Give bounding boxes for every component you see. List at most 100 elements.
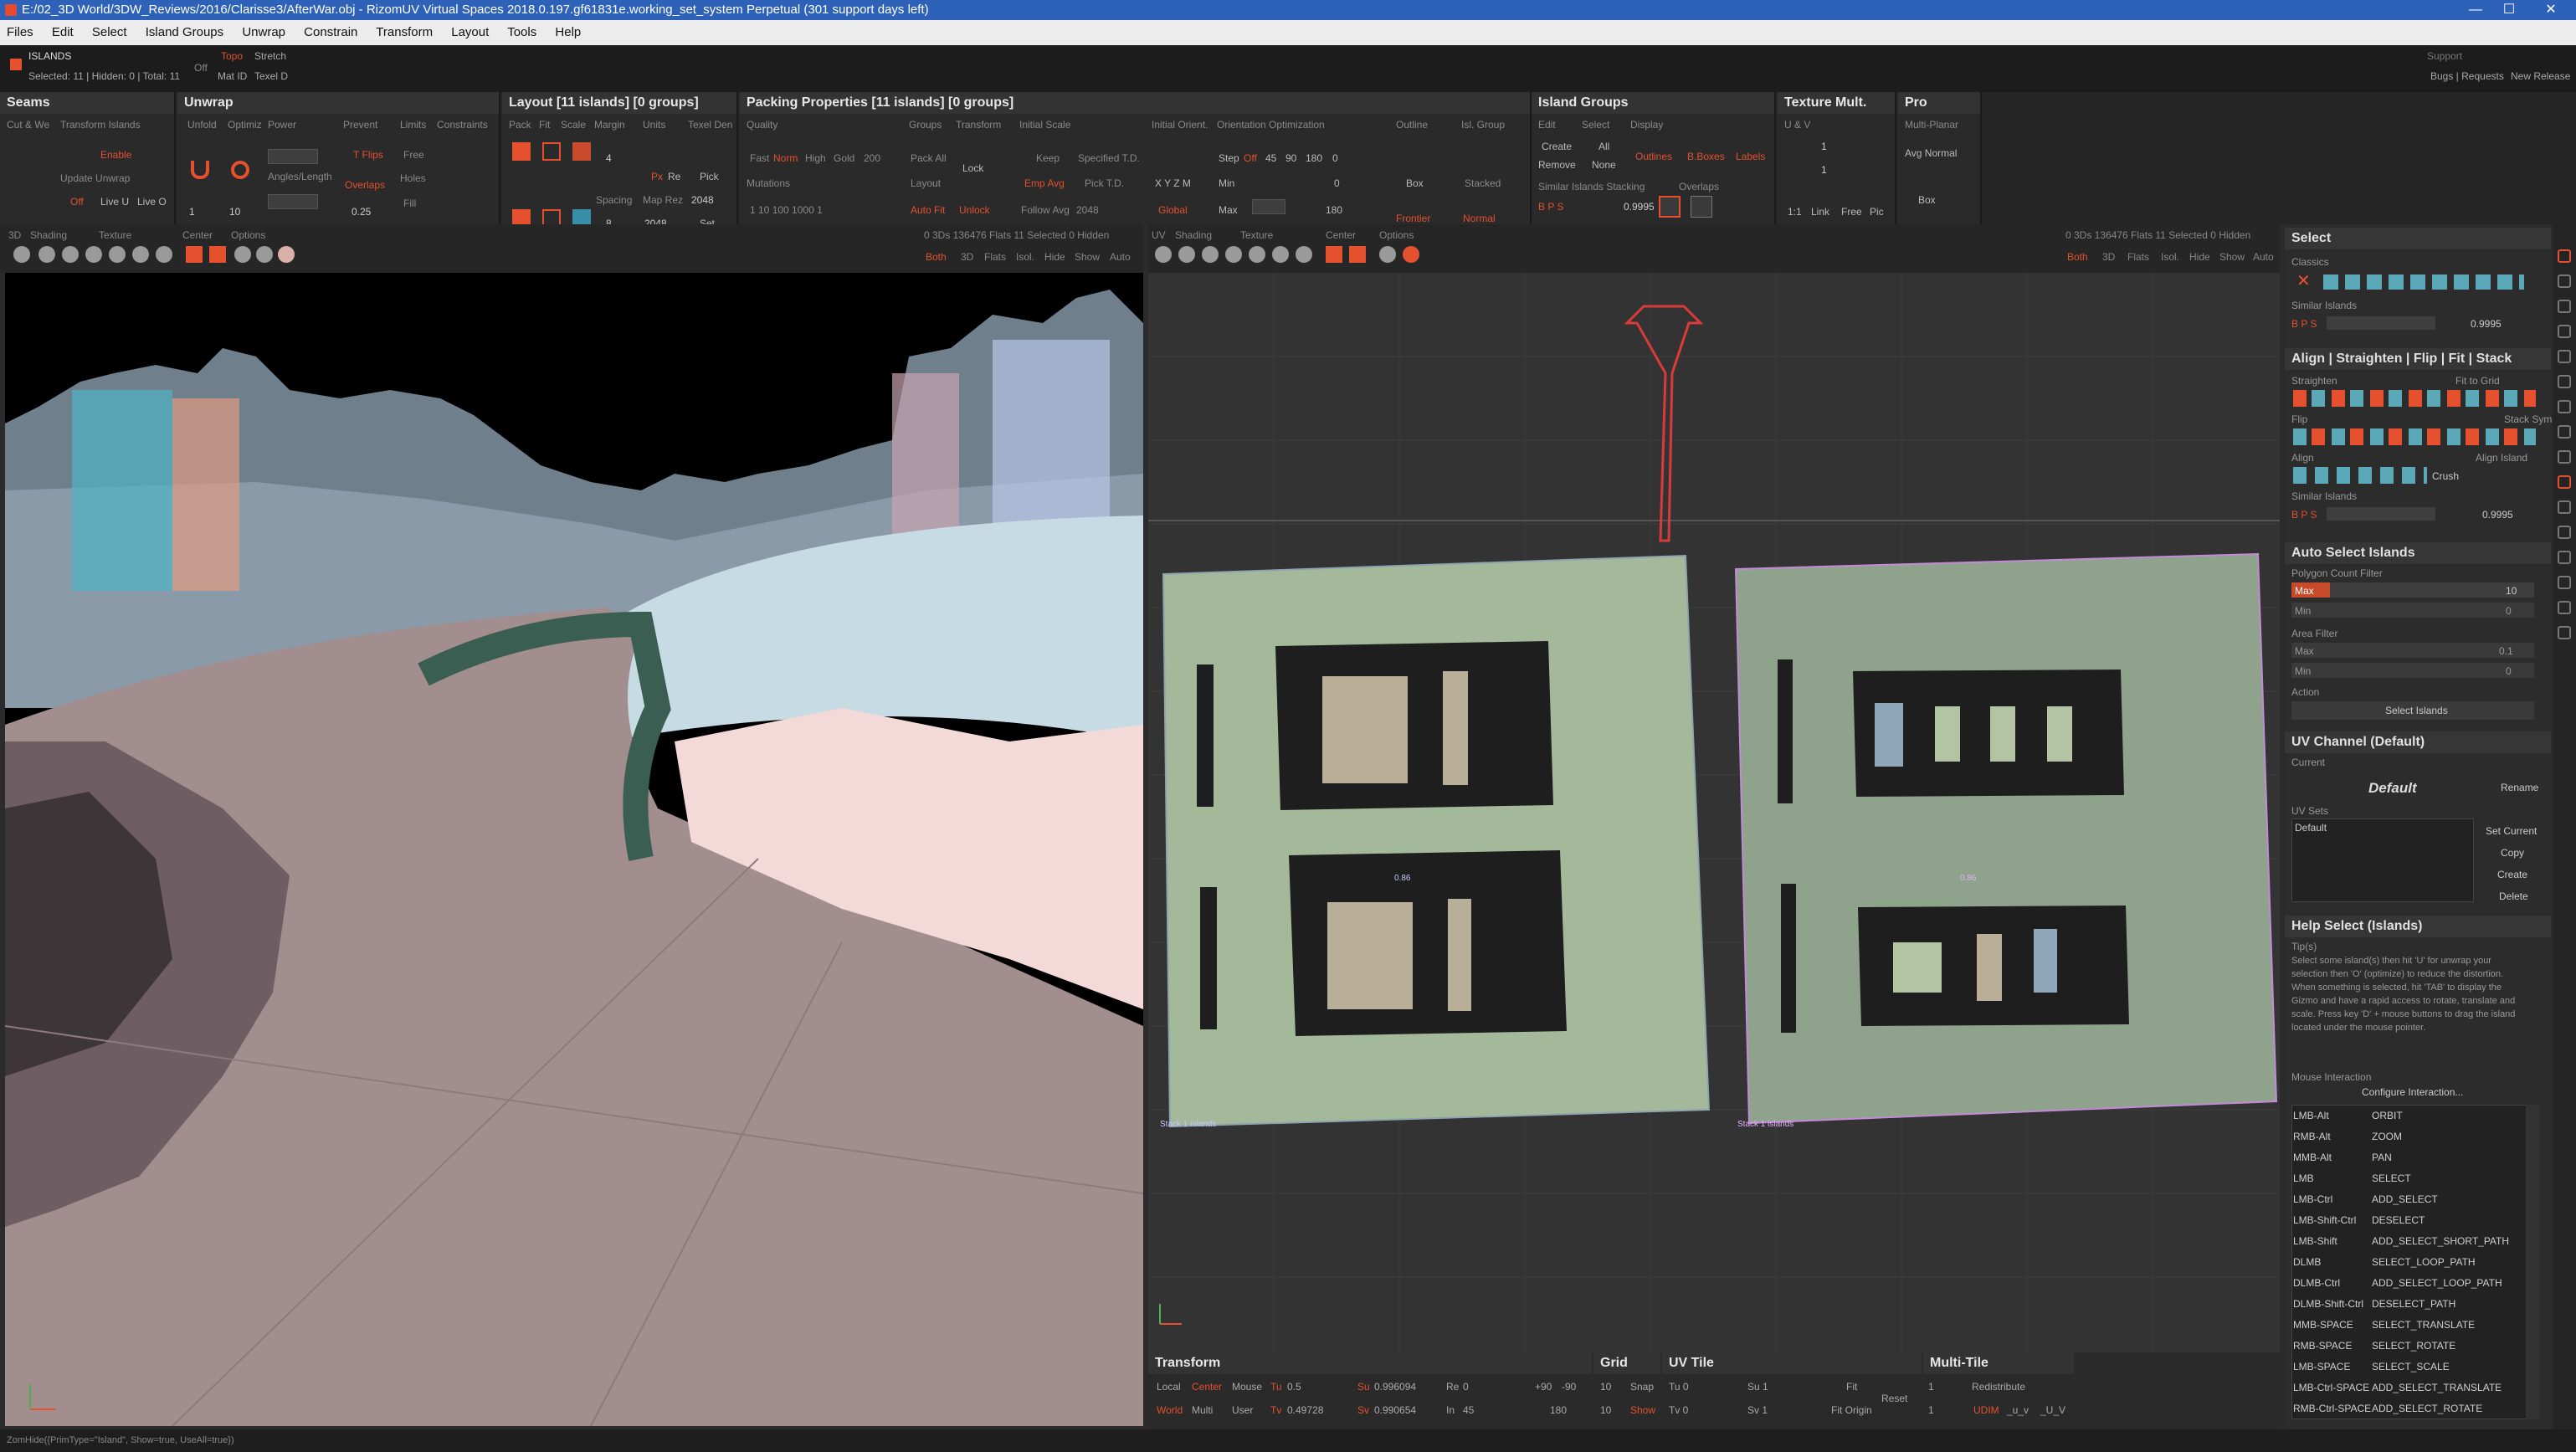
select-bps[interactable]: B P S xyxy=(2291,318,2317,330)
menu-files[interactable]: Files xyxy=(7,25,33,39)
uv-off-icon[interactable] xyxy=(1296,246,1312,263)
uv-both-button[interactable]: Both xyxy=(2067,251,2088,263)
uv-shading-wire-icon[interactable] xyxy=(1202,246,1219,263)
multi-tile-v2[interactable]: 1 xyxy=(1928,1404,1934,1416)
unfold-icon[interactable] xyxy=(191,161,209,179)
enable-button[interactable]: Enable xyxy=(100,149,131,161)
area-min-slider[interactable] xyxy=(2291,663,2534,678)
normal-button[interactable]: Normal xyxy=(1463,213,1496,224)
multi-tile-v1[interactable]: 1 xyxy=(1928,1381,1934,1393)
user-button[interactable]: User xyxy=(1232,1404,1253,1416)
multi-button[interactable]: Multi xyxy=(1192,1404,1213,1416)
uv-set-item[interactable]: Default xyxy=(2295,822,2327,834)
in-value[interactable]: 45 xyxy=(1463,1404,1474,1416)
poly-max-value[interactable]: 10 xyxy=(2506,585,2517,597)
scale-icon[interactable] xyxy=(572,142,591,161)
mode-icon[interactable] xyxy=(10,59,22,70)
view-tool-icon[interactable] xyxy=(2558,626,2571,639)
snap-tool-icon[interactable] xyxy=(2558,601,2571,614)
tile-tv[interactable]: Tv 0 xyxy=(1669,1404,1688,1416)
keep-button[interactable]: Keep xyxy=(1036,152,1060,164)
overlaps-button[interactable]: Overlaps xyxy=(345,179,385,191)
script-tool-icon[interactable] xyxy=(2558,526,2571,539)
viewport-uv[interactable]: Stack 1 islands Stack 1 islands 0.86 0.8… xyxy=(1148,273,2280,1352)
global-button[interactable]: Global xyxy=(1158,204,1188,216)
quality-norm[interactable]: Norm xyxy=(773,152,798,164)
stretch-toggle[interactable]: Stretch xyxy=(254,50,286,62)
quality-high[interactable]: High xyxy=(805,152,826,164)
poly-min-value[interactable]: 0 xyxy=(2506,605,2512,617)
menu-unwrap[interactable]: Unwrap xyxy=(242,25,285,39)
bboxes-button[interactable]: B.Boxes xyxy=(1687,151,1725,162)
area-max-slider[interactable] xyxy=(2291,643,2534,658)
create-button[interactable]: Create xyxy=(1542,141,1572,152)
stack-similar-icon[interactable] xyxy=(1659,196,1681,218)
local-button[interactable]: Local xyxy=(1157,1381,1181,1393)
pick-td-button[interactable]: Pick T.D. xyxy=(1085,177,1124,189)
area-max-value[interactable]: 0.1 xyxy=(2499,645,2513,657)
uv-auto-button[interactable]: Auto xyxy=(2253,251,2274,263)
flip-tools-icons[interactable] xyxy=(2293,428,2536,445)
overlap-icon[interactable] xyxy=(1691,196,1712,218)
poly-min-slider[interactable] xyxy=(2291,603,2534,618)
align-tool-icon[interactable] xyxy=(2558,274,2571,288)
align-tools-icons[interactable] xyxy=(2293,467,2427,484)
re-button[interactable]: Re xyxy=(668,171,680,182)
menu-tools[interactable]: Tools xyxy=(507,25,536,39)
set-current-button[interactable]: Set Current xyxy=(2486,825,2537,837)
off-button[interactable]: Off xyxy=(70,196,84,208)
world-button[interactable]: World xyxy=(1157,1404,1183,1416)
align-similar-slider[interactable] xyxy=(2327,507,2435,521)
uv-3d-button[interactable]: 3D xyxy=(2102,251,2115,263)
magnet-tool-icon[interactable] xyxy=(2558,475,2571,489)
max-value[interactable]: 180 xyxy=(1326,204,1342,216)
su-value[interactable]: 0.996094 xyxy=(1374,1381,1416,1393)
align-bps[interactable]: B P S xyxy=(2291,509,2317,521)
hide-button[interactable]: Hide xyxy=(1044,251,1065,263)
selection-tools-icons[interactable] xyxy=(2323,274,2524,290)
shading-smooth-icon[interactable] xyxy=(85,246,102,263)
auto-fit-button[interactable]: Auto Fit xyxy=(911,204,945,216)
rotate-180-button[interactable]: 180 xyxy=(1550,1404,1567,1416)
redistribute-button[interactable]: Redistribute xyxy=(1972,1381,2025,1393)
margin-value[interactable]: 4 xyxy=(606,152,612,164)
specified-td-button[interactable]: Specified T.D. xyxy=(1078,152,1140,164)
tile-fit-button[interactable]: Fit xyxy=(1846,1381,1857,1393)
texture-grid-icon[interactable] xyxy=(132,246,149,263)
shading-flat-icon[interactable] xyxy=(38,246,55,263)
uv-checker-icon[interactable] xyxy=(1249,246,1265,263)
stacked-button[interactable]: Stacked xyxy=(1465,177,1501,189)
3d-button[interactable]: 3D xyxy=(961,251,973,263)
max-slider[interactable] xyxy=(1252,199,1285,214)
center-button[interactable]: Center xyxy=(1192,1381,1222,1393)
menu-help[interactable]: Help xyxy=(555,25,581,39)
close-button[interactable]: ✕ xyxy=(2526,0,2576,20)
sv-value[interactable]: 0.990654 xyxy=(1374,1404,1416,1416)
labels-button[interactable]: Labels xyxy=(1736,151,1765,162)
crush-button[interactable]: Crush xyxy=(2432,470,2459,482)
overlap-value[interactable]: 0.25 xyxy=(352,206,371,218)
angles-slider[interactable] xyxy=(268,194,318,209)
menu-edit[interactable]: Edit xyxy=(52,25,74,39)
viewport-3d[interactable] xyxy=(5,273,1143,1426)
help-tool-icon[interactable] xyxy=(2558,350,2571,363)
settings-tool-icon[interactable] xyxy=(2558,500,2571,514)
grid-value-1[interactable]: 10 xyxy=(1600,1381,1611,1393)
uv-color-icon[interactable] xyxy=(1403,246,1419,263)
optimize-icon[interactable] xyxy=(231,161,249,179)
rename-button[interactable]: Rename xyxy=(2501,782,2538,793)
step-off[interactable]: Off xyxy=(1244,152,1257,164)
quality-value[interactable]: 200 xyxy=(864,152,880,164)
off-toggle[interactable]: Off xyxy=(194,62,208,74)
avg-normal-button[interactable]: Avg Normal xyxy=(1905,147,1957,159)
uv-grid-icon[interactable] xyxy=(1272,246,1289,263)
tv-value[interactable]: 0.49728 xyxy=(1287,1404,1323,1416)
area-min-value[interactable]: 0 xyxy=(2506,665,2512,677)
outlines-button[interactable]: Outlines xyxy=(1635,151,1672,162)
pic-button[interactable]: Pic xyxy=(1870,206,1884,218)
pack-all-button[interactable]: Pack All xyxy=(911,152,947,164)
mutations-values[interactable]: 1 10 100 1000 1 xyxy=(750,204,823,216)
follow-avg-button[interactable]: Follow Avg xyxy=(1021,204,1070,216)
both-button[interactable]: Both xyxy=(926,251,947,263)
rotate-minus90-button[interactable]: -90 xyxy=(1562,1381,1576,1393)
